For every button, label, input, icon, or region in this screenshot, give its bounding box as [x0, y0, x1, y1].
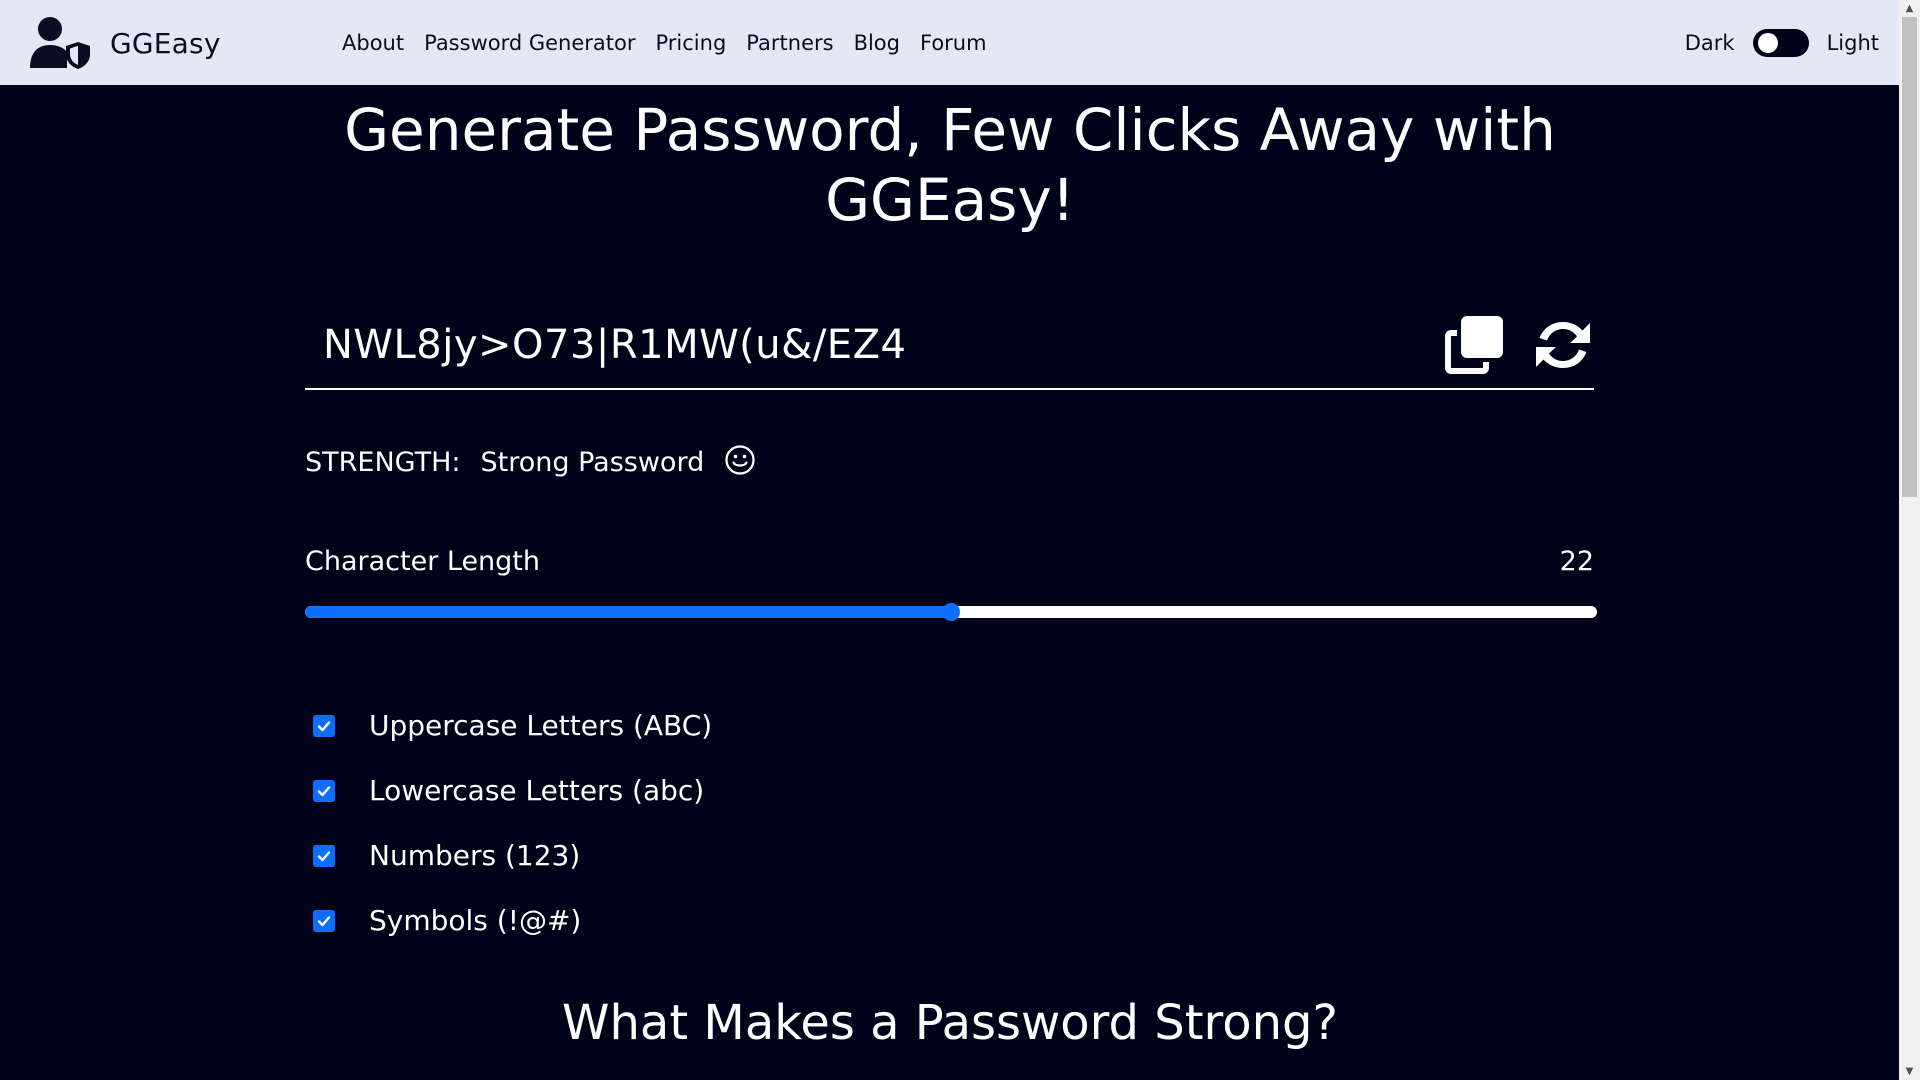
lowercase-checkbox[interactable]: [313, 779, 335, 802]
strength-value: Strong Password: [480, 447, 705, 478]
user-shield-icon: [30, 17, 90, 69]
page-title: Generate Password, Few Clicks Away with …: [344, 96, 1556, 234]
brand-link[interactable]: GGEasy: [28, 16, 221, 70]
length-label: Character Length: [305, 546, 541, 577]
checkmark-icon: [317, 785, 331, 796]
nav-link-about[interactable]: About: [342, 31, 404, 55]
option-symbols[interactable]: Symbols (!@#): [313, 888, 712, 953]
password-display: NWL8jy>O73|R1MW(u&/EZ4: [305, 300, 1594, 390]
generated-password: NWL8jy>O73|R1MW(u&/EZ4: [323, 322, 907, 368]
checkmark-icon: [317, 850, 331, 861]
refresh-button[interactable]: [1532, 314, 1594, 376]
theme-dark-label: Dark: [1684, 30, 1735, 55]
nav-link-password-generator[interactable]: Password Generator: [424, 31, 635, 55]
slider-thumb[interactable]: [942, 603, 960, 621]
theme-switch: Dark Light: [1685, 0, 1879, 85]
strength-label: STRENGTH:: [305, 447, 461, 478]
scroll-down-arrow-icon[interactable]: ▼: [1899, 1063, 1920, 1080]
numbers-label: Numbers (123): [369, 839, 581, 872]
nav-link-partners[interactable]: Partners: [746, 31, 833, 55]
smiley-icon: [725, 444, 755, 475]
nav-link-pricing[interactable]: Pricing: [656, 31, 727, 55]
symbols-checkbox[interactable]: [313, 909, 335, 932]
scroll-thumb[interactable]: [1902, 17, 1917, 497]
option-numbers[interactable]: Numbers (123): [313, 823, 712, 888]
uppercase-label: Uppercase Letters (ABC): [369, 709, 713, 742]
nav-links: About Password Generator Pricing Partner…: [342, 0, 987, 85]
length-value: 22: [1559, 546, 1594, 577]
lowercase-label: Lowercase Letters (abc): [369, 774, 705, 807]
option-uppercase[interactable]: Uppercase Letters (ABC): [313, 693, 712, 758]
theme-light-label: Light: [1826, 30, 1879, 55]
length-slider[interactable]: [305, 603, 1597, 621]
section-title: What Makes a Password Strong?: [562, 995, 1338, 1051]
nav-link-forum[interactable]: Forum: [920, 31, 987, 55]
copy-icon: [1445, 316, 1503, 374]
page-scrollbar[interactable]: ▲ ▼: [1899, 0, 1920, 1080]
password-strength: STRENGTH: Strong Password: [305, 444, 756, 478]
navbar: GGEasy About Password Generator Pricing …: [0, 0, 1899, 85]
slider-fill: [305, 606, 951, 618]
toggle-knob: [1757, 32, 1778, 53]
refresh-icon: [1536, 322, 1590, 368]
checkmark-icon: [317, 720, 331, 731]
scroll-up-arrow-icon[interactable]: ▲: [1899, 0, 1920, 17]
nav-link-blog[interactable]: Blog: [854, 31, 900, 55]
uppercase-checkbox[interactable]: [313, 714, 335, 737]
numbers-checkbox[interactable]: [313, 844, 335, 867]
brand-name: GGEasy: [110, 26, 221, 60]
character-options: Uppercase Letters (ABC) Lowercase Letter…: [313, 693, 712, 953]
option-lowercase[interactable]: Lowercase Letters (abc): [313, 758, 712, 823]
copy-button[interactable]: [1443, 314, 1505, 376]
symbols-label: Symbols (!@#): [369, 904, 582, 937]
theme-toggle[interactable]: [1752, 28, 1809, 57]
checkmark-icon: [317, 915, 331, 926]
